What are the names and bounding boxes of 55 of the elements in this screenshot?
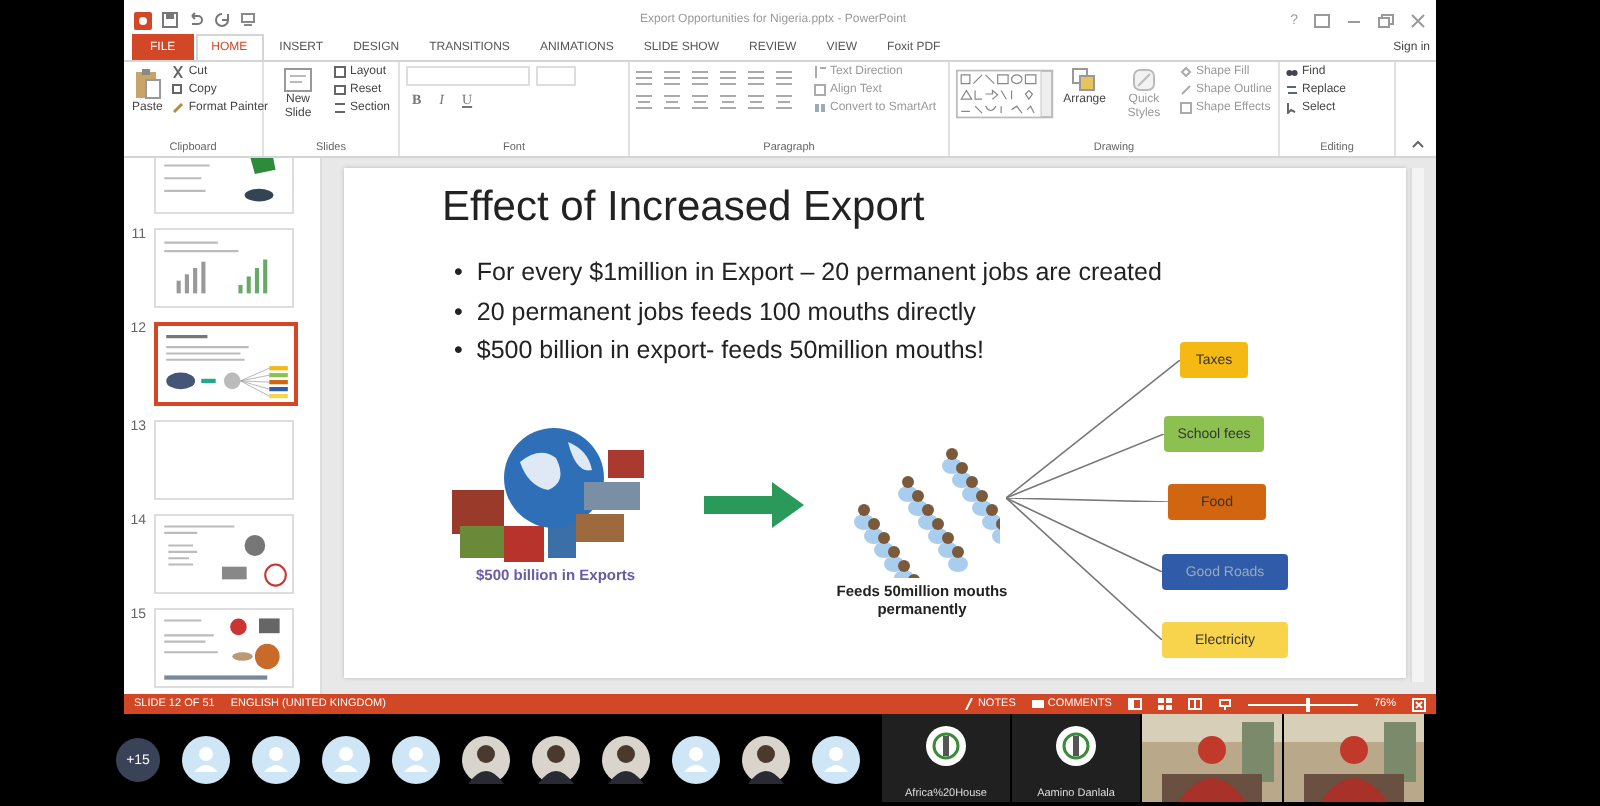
text-direction-icon bbox=[814, 66, 826, 78]
smartart-icon bbox=[814, 102, 826, 114]
right-arrow-icon bbox=[704, 482, 804, 528]
quick-styles-icon bbox=[1131, 68, 1156, 92]
normal-view-icon[interactable] bbox=[1127, 698, 1142, 710]
bullet-marker: • bbox=[454, 258, 463, 288]
save-icon[interactable] bbox=[162, 12, 178, 28]
collapse-ribbon-icon[interactable] bbox=[1412, 140, 1424, 148]
bullet-marker: • bbox=[454, 336, 463, 366]
avatar-icon[interactable] bbox=[182, 736, 230, 784]
profile-logo-icon bbox=[926, 726, 966, 766]
avatar-icon[interactable] bbox=[812, 736, 860, 784]
replace-icon bbox=[1286, 84, 1298, 96]
fit-slide-icon[interactable] bbox=[1412, 697, 1426, 711]
reset-icon bbox=[334, 84, 346, 96]
copy-icon bbox=[172, 84, 185, 96]
bullet-marker: • bbox=[454, 297, 463, 327]
binoculars-icon bbox=[1286, 66, 1298, 78]
scissors-icon bbox=[172, 66, 185, 78]
font-size-field[interactable] bbox=[536, 66, 576, 86]
align-text-icon bbox=[814, 84, 826, 96]
slide-sorter-icon[interactable] bbox=[1157, 698, 1172, 710]
redo-icon[interactable] bbox=[214, 12, 230, 28]
ribbon-display-icon[interactable] bbox=[1314, 13, 1330, 27]
comment-icon bbox=[1031, 699, 1044, 709]
section-icon bbox=[334, 102, 346, 114]
cursor-icon bbox=[1286, 102, 1298, 114]
clipboard-icon bbox=[133, 68, 162, 100]
undo-icon[interactable] bbox=[188, 12, 204, 28]
avatar-icon[interactable] bbox=[392, 736, 440, 784]
shape-effects-icon bbox=[1179, 102, 1192, 114]
brush-icon bbox=[172, 102, 185, 114]
arrange-icon bbox=[1072, 68, 1097, 92]
notes-icon bbox=[963, 698, 974, 710]
slide-title: Effect of Increased Export bbox=[442, 184, 927, 232]
avatar-icon[interactable] bbox=[672, 736, 720, 784]
reading-view-icon[interactable] bbox=[1187, 698, 1202, 710]
zoom-slider[interactable] bbox=[1306, 697, 1311, 711]
shapes-gallery-icon[interactable] bbox=[956, 66, 1054, 122]
bullet-point: $500 billion in export- feeds 50million mouths! bbox=[476, 336, 985, 366]
powerpoint-logo-icon[interactable] bbox=[134, 11, 152, 29]
scroll-bar[interactable] bbox=[1410, 168, 1424, 682]
bullet-point: 20 permanent jobs feeds 100 mouths directly bbox=[476, 297, 976, 327]
slide-icon bbox=[284, 68, 312, 92]
close-icon[interactable] bbox=[1410, 13, 1426, 27]
restore-icon[interactable] bbox=[1378, 13, 1394, 27]
layout-icon bbox=[334, 66, 346, 78]
slideshow-icon[interactable] bbox=[1217, 698, 1232, 710]
slide-thumbnail[interactable] bbox=[154, 322, 298, 406]
avatar-icon[interactable] bbox=[322, 736, 370, 784]
profile-logo-icon bbox=[1056, 726, 1096, 766]
avatar-icon[interactable] bbox=[252, 736, 300, 784]
customize-icon[interactable] bbox=[240, 12, 256, 28]
font-name-field[interactable] bbox=[406, 66, 530, 86]
bullet-point: For every $1million in Export – 20 permanent jobs are created bbox=[476, 258, 1162, 288]
